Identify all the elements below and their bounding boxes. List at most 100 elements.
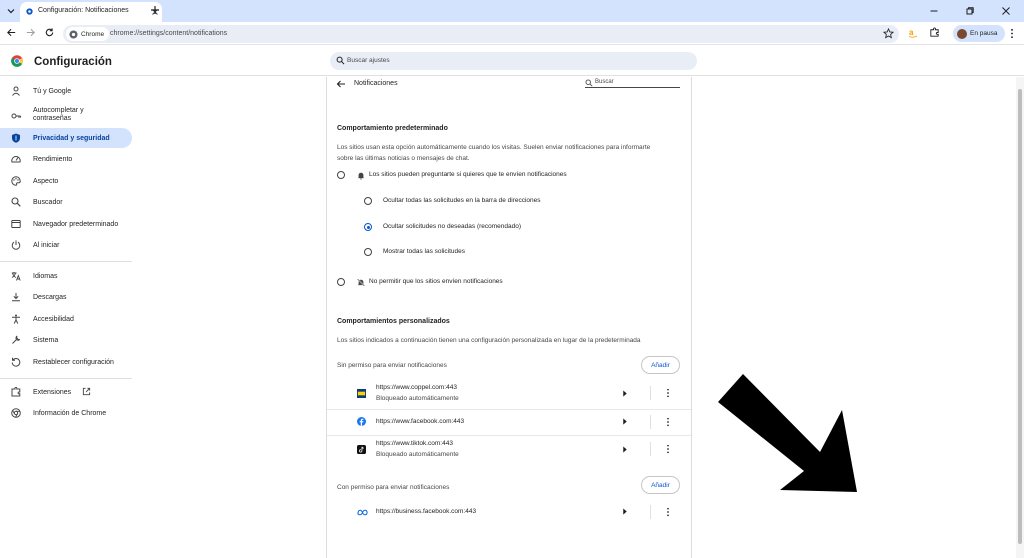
sidebar-item-search-engine[interactable]: Buscador [0,192,132,212]
sidebar-item-default-browser[interactable]: Navegador predeterminado [0,214,132,234]
chip-label: Chrome [81,30,105,38]
more-vert-icon[interactable] [1010,28,1014,39]
bell-icon [357,172,365,180]
sub-option-label: Ocultar todas las solicitudes en la barr… [383,197,541,204]
site-chip[interactable]: Chrome [66,27,110,41]
minimize-icon [930,10,938,12]
wrench-icon [12,335,21,344]
scrollbar-thumb[interactable] [1018,89,1022,544]
window-controls [916,0,1024,22]
sidebar-item-languages[interactable]: Idiomas [0,266,132,286]
radio-block[interactable] [337,278,345,286]
option-block-label: No permitir que los sitios envíen notifi… [369,278,503,285]
close-window-button[interactable] [988,0,1024,22]
download-icon [12,293,20,302]
gear-icon [26,8,33,15]
option-allow-ask-label: Los sitios pueden preguntarte si quieres… [369,171,567,178]
tab-settings[interactable]: Configuración: Notificaciones [20,2,162,22]
sidebar-divider [0,261,132,262]
bookmark-star-icon[interactable] [883,28,894,39]
sidebar-item-autofill[interactable]: Autocompletar y contraseñas [0,105,132,127]
sidebar-item-extensions[interactable]: Extensiones [0,382,132,402]
settings-search-input[interactable]: Buscar ajustes [330,52,697,70]
address-bar[interactable]: Chrome chrome://settings/content/notific… [63,25,899,43]
browser-icon [11,220,21,228]
url-text: chrome://settings/content/notifications [110,30,228,37]
chrome-icon [11,408,21,418]
sidebar-item-system[interactable]: Sistema [0,330,132,350]
site-url: https://www.coppel.com:443 [376,384,457,391]
description-line: Los sitios usan esta opción automáticame… [337,144,651,151]
more-vert-icon[interactable] [666,507,670,517]
forward-arrow-icon[interactable] [25,27,36,38]
tab-strip: Configuración: Notificaciones [0,0,1024,22]
sidebar-item-you-and-google[interactable]: Tú y Google [0,81,132,101]
amazon-extension-icon[interactable]: a [908,28,918,38]
more-vert-icon[interactable] [666,444,670,454]
description-line: sobre las últimas noticias o mensajes de… [337,155,470,162]
tab-title: Configuración: Notificaciones [38,7,129,14]
translate-icon [11,272,21,281]
search-placeholder: Buscar ajustes [347,57,390,64]
restore-button[interactable] [952,0,988,22]
external-link-icon [82,387,91,396]
reload-icon[interactable] [44,27,55,38]
add-blocked-button[interactable]: Añadir [641,356,680,374]
profile-button[interactable]: En pausa [953,25,1005,42]
person-icon [12,86,20,96]
chrome-icon [69,29,78,39]
divider [650,442,651,456]
minimize-button[interactable] [916,0,952,22]
profile-status: En pausa [970,30,998,37]
add-allowed-button[interactable]: Añadir [641,476,680,494]
sidebar-item-privacy[interactable]: Privacidad y seguridad [0,128,132,148]
more-vert-icon[interactable] [666,417,670,427]
radio-hide-unwanted[interactable] [364,223,372,231]
sidebar-item-label: Rendimiento [33,155,73,163]
back-arrow-icon[interactable] [336,79,346,89]
chevron-right-icon[interactable] [622,418,628,425]
puzzle-icon[interactable] [929,27,940,38]
chrome-logo-icon [11,55,23,67]
sidebar-divider [0,378,132,379]
radio-allow-ask[interactable] [337,171,345,179]
sidebar-item-reset[interactable]: Restablecer configuración [0,352,132,372]
sidebar-item-appearance[interactable]: Aspecto [0,171,132,191]
sidebar-item-label: Aspecto [33,177,59,185]
chevron-right-icon[interactable] [622,446,628,453]
site-status: Bloqueado automáticamente [376,451,459,458]
settings-header: Configuración Buscar ajustes [0,46,1024,76]
sidebar-item-on-startup[interactable]: Al iniciar [0,235,132,255]
site-status: Bloqueado automáticamente [376,395,459,402]
chevron-right-icon[interactable] [622,390,628,397]
sub-option-label: Mostrar todas las solicitudes [383,248,466,255]
chevron-down-icon [7,9,15,14]
sidebar-item-about-chrome[interactable]: Información de Chrome [0,403,132,423]
sidebar: Tú y Google Autocompletar y contraseñas … [0,77,140,558]
tab-search-button[interactable] [4,4,18,18]
avatar [957,28,967,39]
puzzle-icon [11,387,21,397]
sidebar-item-label: Privacidad y seguridad [33,134,110,142]
sub-option-label: Ocultar solicitudes no deseadas (recomen… [383,223,522,230]
back-arrow-icon[interactable] [6,27,17,38]
chevron-right-icon[interactable] [622,508,628,515]
radio-show-all[interactable] [364,248,372,256]
radio-hide-all[interactable] [364,197,372,205]
sidebar-item-performance[interactable]: Rendimiento [0,149,132,169]
sidebar-item-label: Restablecer configuración [33,358,114,366]
sidebar-item-label: Navegador predeterminado [33,220,119,228]
coppel-icon [357,389,366,398]
new-tab-icon[interactable] [150,5,160,15]
power-icon [11,240,21,250]
search-placeholder: Buscar [595,79,614,85]
more-vert-icon[interactable] [666,388,670,398]
page-title: Configuración [34,56,112,68]
notifications-search-input[interactable]: Buscar [585,78,680,88]
sidebar-item-accessibility[interactable]: Accesibilidad [0,309,132,329]
custom-behavior-description: Los sitios indicados a continuación tien… [337,337,641,344]
page-scrollbar[interactable] [1016,77,1024,558]
sidebar-item-label: Sistema [33,336,59,344]
sidebar-item-label: Información de Chrome [33,409,107,417]
sidebar-item-downloads[interactable]: Descargas [0,287,132,307]
